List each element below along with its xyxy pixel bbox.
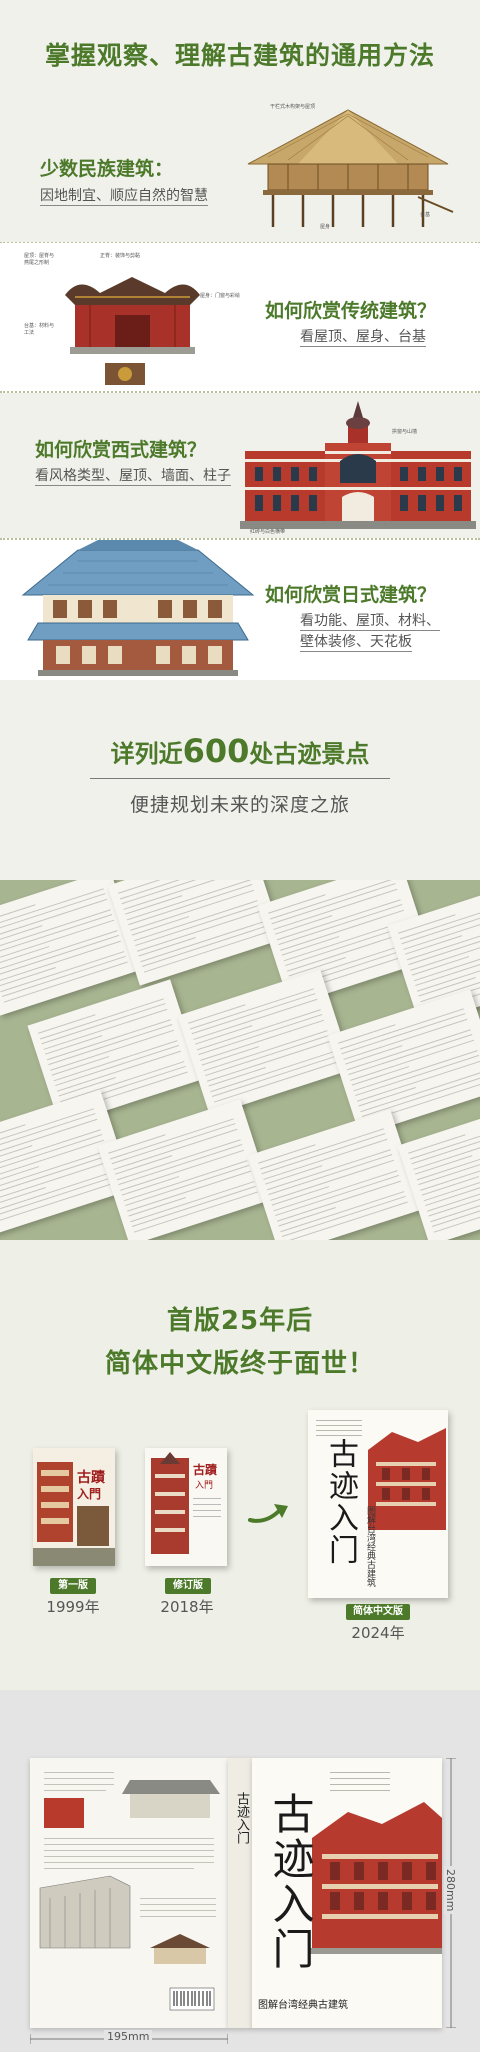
japanese-architecture-section: 如何欣赏日式建筑？ 看功能、屋顶、材料、 壁体装修、天花板 [0, 540, 480, 680]
svg-text:入門: 入門 [77, 1487, 101, 1501]
traditional-note-1: 屋顶：屋脊与燕尾之形制 [24, 253, 55, 266]
revised-edition-cover-art: 古蹟 入門 [145, 1448, 227, 1566]
index-page-line [338, 1024, 396, 1044]
sites-suffix: 处古迹景点 [249, 740, 370, 768]
index-page-line [0, 1187, 46, 1207]
index-page-line [343, 1018, 468, 1060]
sites-headline: 详列近600处古迹景点 [0, 732, 480, 770]
arrow-right-icon [248, 1504, 288, 1523]
back-cover-art [39, 1772, 220, 2011]
minority-subtitle: 因地制宜、顺应自然的智慧 [40, 188, 208, 206]
sites-section: 详列近600处古迹景点 便捷规划未来的深度之旅 [0, 680, 480, 880]
index-page [327, 989, 480, 1136]
index-page-line [258, 1144, 316, 1164]
sites-divider [90, 778, 390, 779]
index-page-line [193, 998, 318, 1040]
index-page-line [268, 894, 326, 914]
traditional-note-4: 屋身：门窗与彩绘 [200, 293, 241, 299]
japanese-heading: 如何欣赏日式建筑？ [265, 584, 437, 606]
revised-edition-cover: 古蹟 入門 [145, 1448, 227, 1566]
index-page-line [188, 1004, 246, 1024]
western-heading: 如何欣赏西式建筑？ [35, 439, 207, 461]
index-page-line [408, 1134, 466, 1154]
traditional-note-3: 正脊：装饰与剪黏 [100, 253, 141, 259]
sites-tagline: 便捷规划未来的深度之旅 [129, 794, 350, 816]
editions-heading-line2: 简体中文版终于面世！ [104, 1349, 375, 1379]
book-spine: 古迹入门 [228, 1758, 252, 2028]
traditional-architecture-section: 屋顶：屋脊与燕尾之形制 台基：材料与工法 正脊：装饰与剪黏 屋身：门窗与彩绘 如… [0, 243, 480, 391]
svg-text:入門: 入門 [195, 1480, 213, 1491]
editions-section: 首版25年后 简体中文版终于面世！ 古蹟 入門 第一版 1999年 古蹟 入門 … [0, 1240, 480, 1690]
index-page [247, 1109, 423, 1240]
book-back-cover [30, 1758, 228, 2028]
japanese-subtitle-line2: 壁体装修、天花板 [300, 634, 412, 652]
book-dimensions-photo: 古迹入门 古迹入门 图解台湾经典古建筑 195mm 280mm [0, 1690, 480, 2052]
minority-label-base: 台基 [420, 212, 431, 218]
front-cover-subtitle: 图解台湾经典古建筑 [258, 2000, 348, 2011]
first-edition-tag: 第一版 [50, 1578, 96, 1594]
first-edition-cover-art: 古蹟 入門 [33, 1448, 115, 1566]
front-cover-title: 古迹入门 [266, 1792, 315, 1972]
sites-count: 600 [182, 732, 250, 770]
index-page-line [113, 1128, 238, 1170]
svg-text:古蹟: 古蹟 [193, 1462, 218, 1477]
index-page [97, 1099, 273, 1240]
traditional-subtitle: 看屋顶、屋身、台基 [300, 329, 426, 347]
editions-heading-line1: 首版25年后 [166, 1306, 314, 1336]
header-section: 掌握观察、理解古建筑的通用方法 [0, 0, 480, 92]
simplified-edition-tag: 简体中文版 [346, 1604, 410, 1620]
index-page-line [263, 1138, 388, 1180]
japanese-building-illustration [21, 540, 255, 676]
index-pages-photo [0, 880, 480, 1240]
first-edition-cover: 古蹟 入門 [33, 1448, 115, 1566]
japanese-subtitle-line1: 看功能、屋顶、材料、 [300, 613, 440, 631]
western-note-2: 红砖与白色横带 [250, 529, 286, 535]
index-page [397, 1099, 480, 1240]
western-subtitle: 看风格类型、屋顶、墙面、柱子 [35, 468, 231, 486]
revised-edition-tag: 修订版 [165, 1578, 211, 1594]
index-page-line [43, 1008, 168, 1050]
simplified-cover-title: 古迹入门 [323, 1438, 358, 1566]
revised-edition-year: 2018年 [160, 1598, 214, 1616]
height-label: 280mm [444, 1866, 457, 1915]
first-edition-year: 1999年 [46, 1598, 100, 1616]
simplified-cover-subtitle: 图解台湾经典古建筑 [365, 1506, 375, 1587]
sites-prefix: 详列近 [110, 740, 183, 768]
index-page-line [0, 1128, 101, 1170]
western-architecture-section: 如何欣赏西式建筑？ 看风格类型、屋顶、墙面、柱子 拱窗与山墙 红砖与白色横带 [0, 393, 480, 538]
width-label: 195mm [104, 2030, 153, 2043]
minority-label-roof: 干栏式木构架与屋顶 [270, 104, 316, 110]
index-page-line [108, 1134, 166, 1154]
simplified-edition-cover: 古迹入门 图解台湾经典古建筑 [308, 1410, 448, 1598]
traditional-heading: 如何欣赏传统建筑？ [265, 300, 437, 322]
minority-label-body: 屋身 [320, 224, 331, 230]
page-title: 掌握观察、理解古建筑的通用方法 [44, 41, 435, 70]
traditional-temple-illustration [65, 277, 200, 354]
traditional-note-2: 台基：材料与工法 [24, 323, 55, 336]
spine-title: 古迹入门 [234, 1792, 249, 1844]
western-note-1: 拱窗与山墙 [392, 429, 418, 435]
book-front-cover: 古迹入门 图解台湾经典古建筑 [252, 1758, 442, 2028]
svg-text:古蹟: 古蹟 [77, 1469, 106, 1486]
index-page-line [38, 1014, 96, 1034]
minority-architecture-section: 少数民族建筑： 因地制宜、顺应自然的智慧 干栏式木构架与屋顶 屋身 台基 [0, 92, 480, 242]
minority-heading: 少数民族建筑： [40, 158, 174, 180]
simplified-edition-year: 2024年 [351, 1624, 405, 1642]
index-page-line [273, 888, 398, 930]
western-building-illustration [240, 401, 476, 529]
index-page [177, 969, 353, 1116]
traditional-detail-illustration [105, 363, 145, 385]
